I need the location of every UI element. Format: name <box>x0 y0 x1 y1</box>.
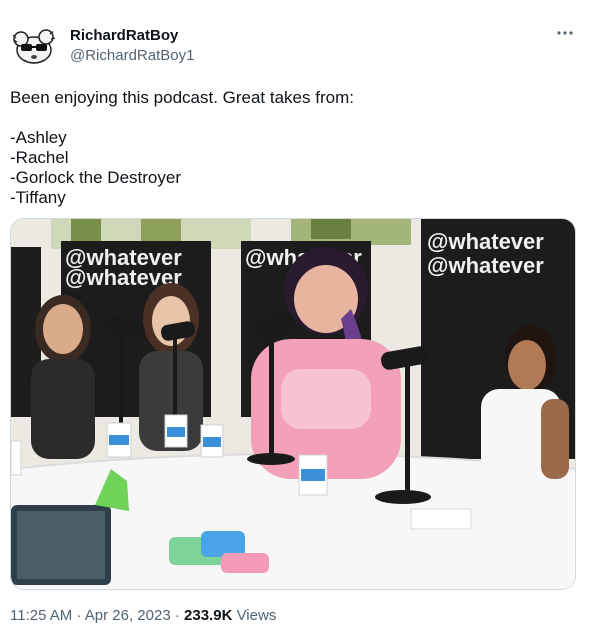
author-handle[interactable]: @RichardRatBoy1 <box>70 46 194 66</box>
tweet-intro: Been enjoying this podcast. Great takes … <box>10 88 354 107</box>
author-names: RichardRatBoy @RichardRatBoy1 <box>70 26 194 66</box>
views-label: Views <box>236 607 277 624</box>
rat-with-sunglasses-icon <box>12 29 56 64</box>
tweet-photo[interactable]: @whatever @whatever @whatever @whatever … <box>10 218 576 590</box>
tweet-date[interactable]: Apr 26, 2023 <box>85 607 171 624</box>
author-display-name[interactable]: RichardRatBoy <box>70 26 194 45</box>
tweet-card: RichardRatBoy @RichardRatBoy1 Been enjoy… <box>0 0 590 638</box>
tweet-name-line: -Ashley <box>10 128 67 147</box>
tweet-name-line: -Tiffany <box>10 188 66 207</box>
meta-separator: · <box>174 607 180 624</box>
more-options-button[interactable] <box>554 22 576 44</box>
meta-separator: · <box>76 607 82 624</box>
podcast-photo: @whatever @whatever @whatever @whatever … <box>11 219 575 589</box>
views-count: 233.9K <box>184 607 233 624</box>
author-avatar[interactable] <box>10 22 58 70</box>
tweet-meta: 11:25 AM · Apr 26, 2023 · 233.9K Views <box>10 606 276 626</box>
more-horizontal-icon <box>557 31 573 35</box>
tweet-time[interactable]: 11:25 AM <box>10 607 72 624</box>
backdrop-text: @whatever <box>427 229 544 254</box>
tweet-name-line: -Gorlock the Destroyer <box>10 168 181 187</box>
backdrop-text: @whatever <box>427 253 544 278</box>
tweet-name-line: -Rachel <box>10 148 69 167</box>
tweet-text: Been enjoying this podcast. Great takes … <box>10 88 570 208</box>
